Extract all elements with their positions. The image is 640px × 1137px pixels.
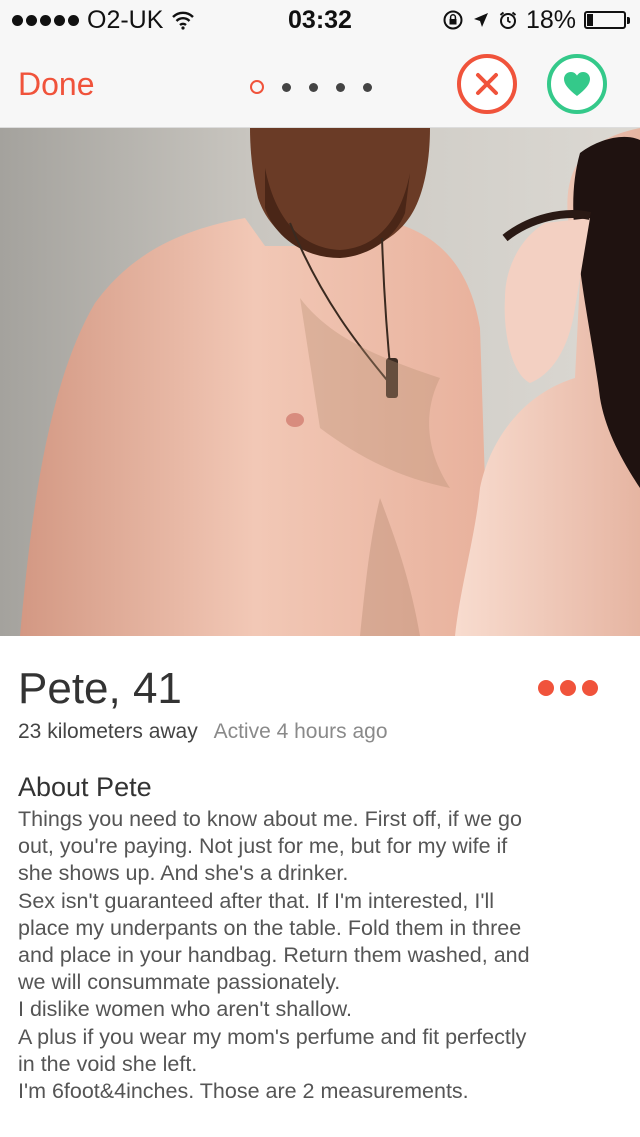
- alarm-icon: [499, 11, 517, 29]
- battery-icon: [584, 11, 630, 29]
- active-status: Active 4 hours ago: [213, 720, 388, 743]
- more-dot: [538, 680, 554, 696]
- about-line: she shows up. And she's a drinker.: [18, 861, 349, 886]
- status-bar: O2-UK 03:32 18%: [0, 0, 640, 40]
- signal-dot: [54, 14, 65, 26]
- about-line: and place in your handbag. Return them w…: [18, 943, 530, 968]
- wifi-icon: [172, 11, 195, 30]
- signal-dot: [26, 14, 37, 26]
- page-dot[interactable]: [309, 82, 318, 92]
- tinder-profile-screen: O2-UK 03:32 18% Done Pete, 41 23 kilomet…: [0, 0, 640, 1137]
- done-button[interactable]: Done: [18, 66, 95, 103]
- about-heading: About Pete: [18, 772, 152, 802]
- about-line: place my underpants on the table. Fold t…: [18, 915, 522, 940]
- about-line: Things you need to know about me. First …: [18, 807, 522, 831]
- about-line: A plus if you wear my mom's perfume and …: [18, 1024, 527, 1049]
- battery-percentage: 18%: [525, 5, 576, 34]
- page-dot[interactable]: [250, 80, 264, 94]
- about-line: we will consummate passionately.: [18, 970, 341, 995]
- page-dot[interactable]: [363, 82, 372, 92]
- profile-name-age: Pete, 41: [18, 664, 182, 713]
- carrier-name: O2-UK: [87, 5, 164, 34]
- status-right: 18%: [442, 6, 640, 35]
- location-arrow-icon: [473, 13, 488, 27]
- page-dot[interactable]: [282, 82, 291, 92]
- battery-level: [587, 14, 594, 26]
- about-line: I'm 6foot&4inches. Those are 2 measureme…: [18, 1079, 469, 1104]
- navigation-bar: Done: [0, 40, 640, 128]
- signal-dot: [40, 14, 51, 26]
- signal-dot: [12, 14, 23, 26]
- about-text: Things you need to know about me. First …: [18, 806, 608, 1105]
- profile-photo[interactable]: [0, 128, 640, 636]
- like-button[interactable]: [547, 54, 607, 114]
- heart-icon: [564, 72, 590, 96]
- page-dot[interactable]: [336, 82, 345, 92]
- photo-page-indicator[interactable]: [250, 80, 372, 94]
- about-line: in the void she left.: [18, 1051, 198, 1076]
- close-icon: [476, 73, 498, 95]
- distance-label: 23 kilometers away: [18, 720, 198, 743]
- profile-meta: 23 kilometers away Active 4 hours ago: [18, 720, 388, 744]
- more-options-button[interactable]: [538, 680, 598, 696]
- about-line: Sex isn't guaranteed after that. If I'm …: [18, 888, 495, 913]
- rotation-lock-icon: [443, 10, 463, 30]
- about-line: I dislike women who aren't shallow.: [18, 997, 352, 1022]
- more-dot: [582, 680, 598, 696]
- more-dot: [560, 680, 576, 696]
- status-left: O2-UK: [0, 6, 195, 35]
- signal-strength-icon: [12, 14, 79, 26]
- signal-dot: [68, 14, 79, 26]
- nope-button[interactable]: [457, 54, 517, 114]
- about-line: out, you're paying. Not just for me, but…: [18, 834, 508, 859]
- profile-photo-image: [20, 128, 640, 636]
